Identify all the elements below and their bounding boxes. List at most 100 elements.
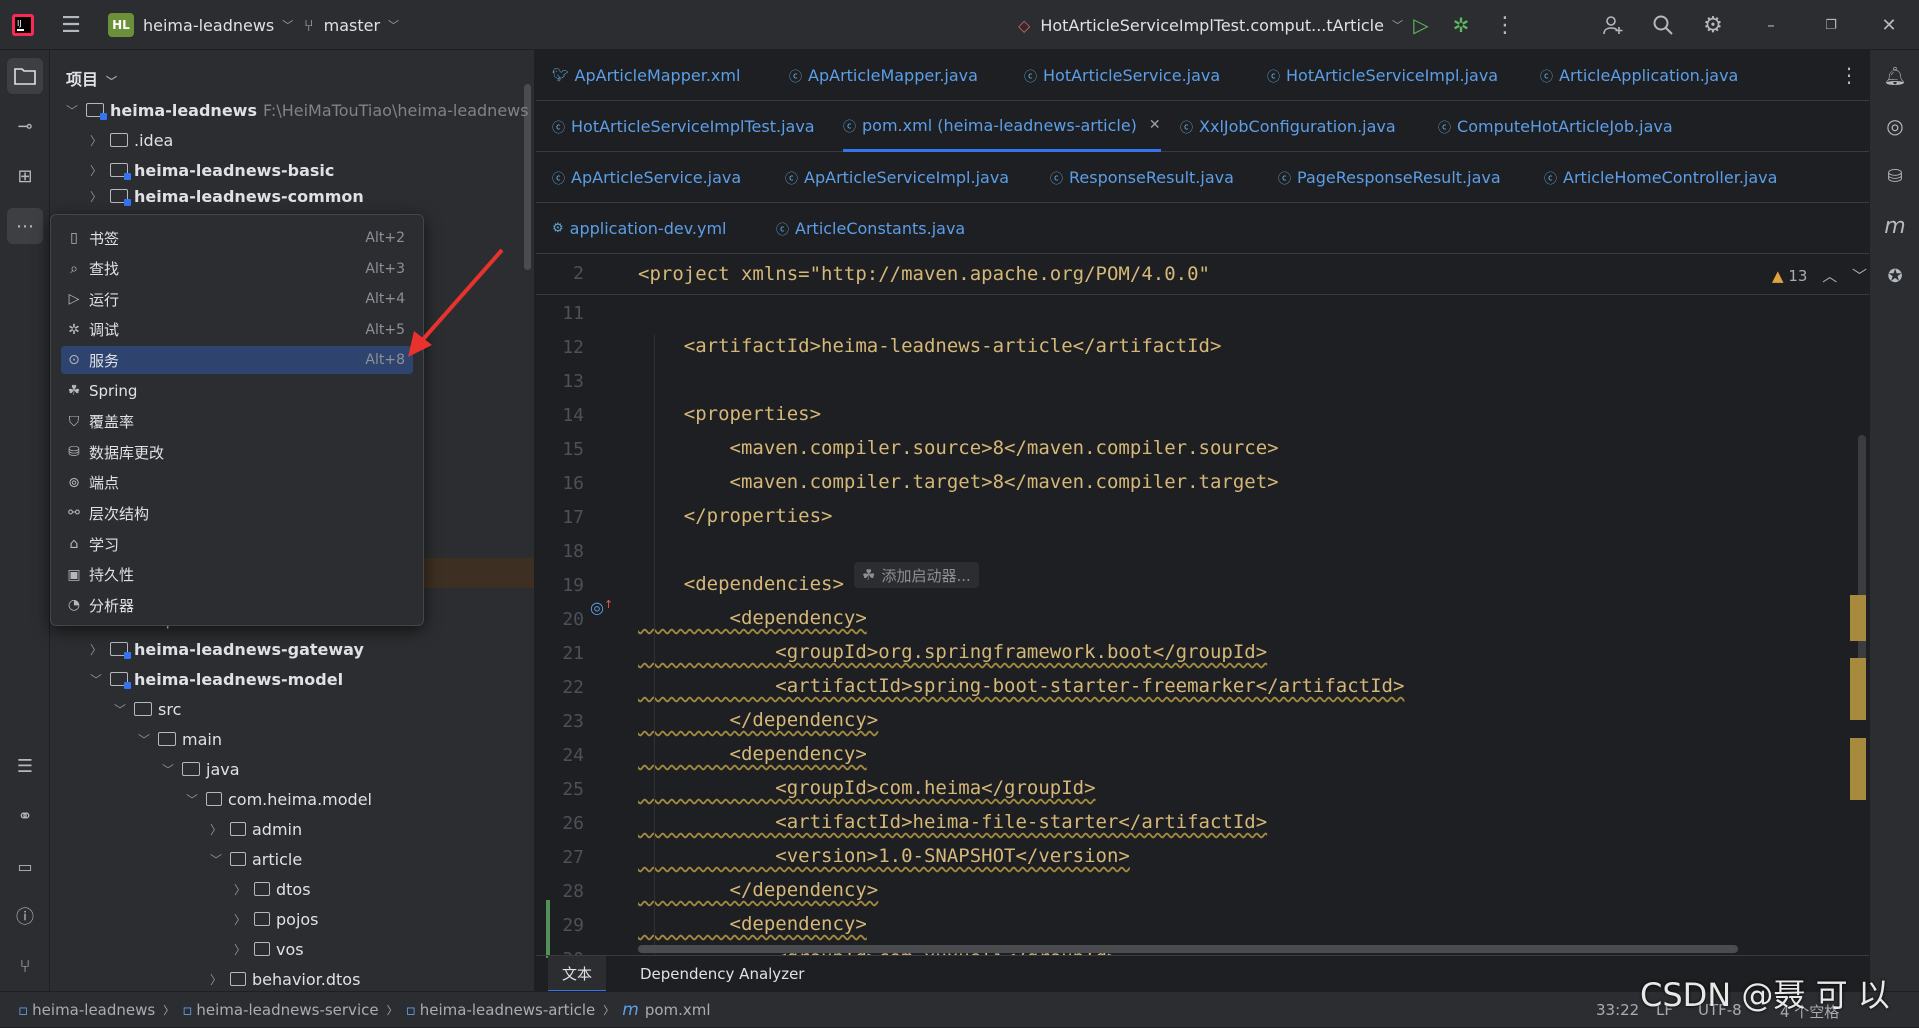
tree-item-heima-leadnews-gateway[interactable]: 〉 heima-leadnews-gateway — [88, 634, 364, 664]
menu-item-run[interactable]: ▷ 运行 Alt+4 — [61, 285, 413, 313]
tree-item-article[interactable]: ﹀ article — [208, 844, 302, 874]
more-actions-icon[interactable]: ⋮ — [1492, 12, 1518, 38]
project-panel-title[interactable]: 项目 ﹀ — [66, 66, 117, 90]
tab-pageresponseresult-java[interactable]: ⓒ PageResponseResult.java — [1278, 152, 1501, 203]
chevron-right-icon[interactable]: 〉 — [88, 132, 104, 149]
tree-item-admin[interactable]: 〉 admin — [208, 814, 302, 844]
tree-item-java[interactable]: ﹀ java — [160, 754, 240, 784]
menu-item-services[interactable]: ⊙ 服务 Alt+8 — [61, 346, 413, 375]
project-switcher[interactable]: heima-leadnews ﹀ — [143, 0, 293, 50]
terminal-icon[interactable]: ▭ — [7, 848, 43, 884]
code-line[interactable]: <dependency> — [638, 913, 867, 935]
chevron-right-icon[interactable]: 〉 — [208, 821, 224, 838]
code-line[interactable]: </dependency> — [638, 709, 879, 731]
tree-item-heima-leadnews-common[interactable]: 〉 heima-leadnews-common — [88, 181, 364, 211]
tree-item-com-heima-model[interactable]: ﹀ com.heima.model — [184, 784, 372, 814]
tab-pom-xml-heima-leadnews-article[interactable]: ⓒ pom.xml (heima-leadnews-article) ✕ — [843, 101, 1161, 152]
chevron-down-icon[interactable]: ﹀ — [136, 731, 152, 748]
editor-horizontal-scrollbar[interactable] — [638, 945, 1738, 953]
ai-assistant-icon[interactable]: ◎ — [1877, 108, 1913, 144]
debug-icon[interactable]: ✲ — [1448, 12, 1474, 38]
settings-gear-icon[interactable]: ⚙ — [1700, 12, 1726, 38]
chevron-right-icon[interactable]: 〉 — [88, 641, 104, 658]
breadcrumb-item[interactable]: ▫ heima-leadnews-article — [406, 1001, 596, 1019]
chevron-right-icon[interactable]: 〉 — [232, 941, 248, 958]
menu-item-profiler[interactable]: ◔ 分析器 — [61, 591, 413, 619]
code-line[interactable]: <dependency> — [638, 607, 867, 629]
tree-item-heima-leadnews[interactable]: ﹀ heima-leadnews F:\HeiMaTouTiao\heima-lea… — [64, 95, 529, 125]
code-line[interactable]: <groupId>com.heima</groupId> — [638, 777, 1095, 799]
tab-aparticleservice-java[interactable]: ⓒ ApArticleService.java — [552, 152, 741, 203]
gutter-override-icon[interactable]: ◎↑ — [590, 598, 613, 617]
close-tab-icon[interactable]: ✕ — [1149, 117, 1161, 133]
code-line[interactable]: <artifactId>spring-boot-starter-freemark… — [638, 675, 1404, 697]
tree-item-heima-leadnews-model[interactable]: ﹀ heima-leadnews-model — [88, 664, 343, 694]
project-tool-folder-icon[interactable] — [7, 58, 43, 94]
intellij-logo-icon[interactable]: IJ — [10, 12, 36, 38]
chevron-right-icon[interactable]: 〉 — [208, 971, 224, 988]
breadcrumb-item[interactable]: m pom.xml — [622, 1000, 710, 1020]
code-view[interactable]: 11 12 <artifactId>heima-leadnews-article<… — [536, 255, 1869, 955]
menu-item-bookmark[interactable]: ▯ 书签 Alt+2 — [61, 224, 413, 252]
chevron-right-icon[interactable]: 〉 — [88, 162, 104, 179]
menu-item-coverage[interactable]: ⛉ 覆盖率 — [61, 408, 413, 436]
structure-icon[interactable]: ⊞ — [7, 158, 43, 194]
chevron-down-icon[interactable]: ﹀ — [112, 701, 128, 718]
tab-aparticlemapper-xml[interactable]: 🐦︎ ApArticleMapper.xml — [552, 50, 740, 101]
tab-computehotarticlejob-java[interactable]: ⓒ ComputeHotArticleJob.java — [1438, 101, 1673, 152]
tree-item-main[interactable]: ﹀ main — [136, 724, 222, 754]
main-menu-icon[interactable]: ☰ — [58, 12, 84, 38]
chevron-up-icon[interactable]: ︿ — [1822, 267, 1837, 285]
menu-item-search[interactable]: ⌕ 查找 Alt+3 — [61, 255, 413, 283]
tab-application-dev-yml[interactable]: ⚙ application-dev.yml — [552, 203, 727, 254]
breadcrumb-item[interactable]: ▫ heima-leadnews — [18, 1001, 155, 1019]
chevron-down-icon[interactable]: ﹀ — [160, 761, 176, 778]
chevron-down-icon[interactable]: ﹀ — [1852, 267, 1867, 285]
run-configuration[interactable]: ◇ HotArticleServiceImplTest.comput...tArt… — [1018, 0, 1403, 50]
menu-item-spring[interactable]: ☘ Spring — [61, 377, 413, 405]
menu-item-database[interactable]: ⛁ 数据库更改 — [61, 438, 413, 466]
tree-item-src[interactable]: ﹀ src — [112, 694, 181, 724]
chevron-down-icon[interactable]: ﹀ — [184, 791, 200, 808]
branch-switcher[interactable]: ⑂ master ﹀ — [304, 0, 399, 50]
tab-dependency-analyzer[interactable]: Dependency Analyzer — [626, 956, 818, 992]
notifications-bell-icon[interactable]: 🔔︎ — [1877, 58, 1913, 94]
code-line[interactable]: <maven.compiler.source>8</maven.compiler… — [638, 437, 1279, 459]
chevron-right-icon[interactable]: 〉 — [232, 911, 248, 928]
todo-list-icon[interactable]: ☰ — [7, 748, 43, 784]
menu-item-persistence[interactable]: ▣ 持久性 — [61, 561, 413, 589]
chevron-down-icon[interactable]: ﹀ — [64, 102, 80, 119]
run-icon[interactable]: ▷ — [1408, 12, 1434, 38]
more-tool-windows-icon[interactable]: ⋯ — [7, 208, 43, 244]
close-window-icon[interactable]: ✕ — [1876, 12, 1902, 38]
code-line[interactable]: <maven.compiler.target>8</maven.compiler… — [638, 471, 1279, 493]
tab-text[interactable]: 文本 — [548, 956, 607, 992]
code-line[interactable]: <properties> — [638, 403, 821, 425]
services-tree-icon[interactable]: ⚭ — [7, 798, 43, 834]
tree-item-pojos[interactable]: 〉 pojos — [232, 904, 319, 934]
restore-icon[interactable]: ❐ — [1818, 12, 1844, 38]
tab-hotarticleserviceimpltest-java[interactable]: ⓒ HotArticleServiceImplTest.java — [552, 101, 815, 152]
add-user-icon[interactable] — [1600, 12, 1626, 38]
tab-hotarticleservice-java[interactable]: ⓒ HotArticleService.java — [1024, 50, 1220, 101]
commit-icon[interactable]: ⊸ — [7, 108, 43, 144]
tree-item--idea[interactable]: 〉 .idea — [88, 125, 173, 155]
code-line[interactable]: </properties> — [638, 505, 833, 527]
code-line[interactable]: <artifactId>heima-leadnews-article</arti… — [638, 335, 1222, 357]
chevron-down-icon[interactable]: ﹀ — [88, 671, 104, 688]
code-line[interactable]: </dependency> — [638, 879, 879, 901]
caret-position[interactable]: 33:22 — [1596, 1001, 1639, 1019]
menu-item-debug[interactable]: ✲ 调试 Alt+5 — [61, 316, 413, 344]
tab-responseresult-java[interactable]: ⓒ ResponseResult.java — [1050, 152, 1234, 203]
database-icon[interactable]: ⛁ — [1877, 158, 1913, 194]
menu-item-endpoints[interactable]: ⊚ 端点 — [61, 469, 413, 497]
tab-aparticleserviceimpl-java[interactable]: ⓒ ApArticleServiceImpl.java — [785, 152, 1009, 203]
tab-articleapplication-java[interactable]: ⓒ ArticleApplication.java — [1540, 50, 1738, 101]
warnings-indicator[interactable]: ▲ 13 ︿ ﹀ — [1772, 265, 1867, 286]
tab-articlehomecontroller-java[interactable]: ⓒ ArticleHomeController.java — [1544, 152, 1777, 203]
menu-item-learn[interactable]: ⌂ 学习 — [61, 530, 413, 558]
breadcrumb-item[interactable]: ▫ heima-leadnews-service — [182, 1001, 378, 1019]
problems-icon[interactable]: ⓘ — [7, 898, 43, 934]
tree-item-vos[interactable]: 〉 vos — [232, 934, 304, 964]
git-icon[interactable]: ⑂ — [7, 948, 43, 984]
